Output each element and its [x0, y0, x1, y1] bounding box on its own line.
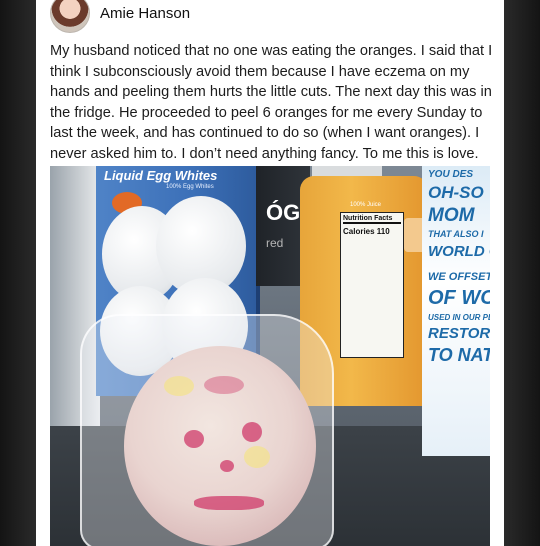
- left-frame: [0, 0, 36, 546]
- milk-text-line: TO NATU: [428, 345, 490, 365]
- milk-text-line: YOU DES: [428, 169, 474, 180]
- dark-package-sub: red: [266, 236, 284, 250]
- nutrition-calories: Calories 110: [343, 227, 390, 236]
- egg-carton-title: Liquid Egg Whites: [104, 168, 218, 183]
- post-header: Amie Hanson: [50, 0, 190, 34]
- peeled-orange: [124, 346, 316, 546]
- post-card: Amie Hanson My husband noticed that no o…: [36, 0, 504, 546]
- peel-spot: [204, 376, 244, 394]
- milk-text-line: USED IN OUR PL: [428, 313, 490, 322]
- author-avatar[interactable]: [50, 0, 90, 33]
- milk-text-line: RESTORING: [428, 325, 490, 342]
- smiley-eye: [242, 422, 262, 442]
- smiley-eye: [184, 430, 204, 448]
- milk-text-line: WORLD G: [428, 243, 490, 260]
- post-photo[interactable]: Liquid Egg Whites 100% Egg Whites ÓG red…: [50, 166, 490, 546]
- milk-text-line: OH-SO: [428, 183, 484, 202]
- juice-label: 100% Juice: [350, 202, 382, 208]
- peel-spot: [244, 446, 270, 468]
- milk-carton: YOU DES OH-SO MOM THAT ALSO I WORLD G WE…: [422, 166, 490, 456]
- peel-spot: [164, 376, 194, 396]
- dark-package-text: ÓG: [266, 200, 301, 225]
- post-text: My husband noticed that no one was eatin…: [50, 43, 493, 162]
- milk-text-line: OF WO: [428, 287, 490, 309]
- smiley-mark: [220, 460, 234, 472]
- milk-text-line: THAT ALSO I: [428, 229, 484, 239]
- egg-carton-sub: 100% Egg Whites: [166, 184, 214, 190]
- smiley-mouth: [194, 496, 264, 510]
- milk-text-line: WE OFFSET: [428, 271, 490, 283]
- right-frame: [504, 0, 540, 546]
- nutrition-title: Nutrition Facts: [343, 215, 401, 224]
- nutrition-facts-label: Nutrition Facts Calories 110: [340, 212, 404, 358]
- author-name[interactable]: Amie Hanson: [100, 5, 190, 22]
- milk-text-line: MOM: [428, 205, 475, 226]
